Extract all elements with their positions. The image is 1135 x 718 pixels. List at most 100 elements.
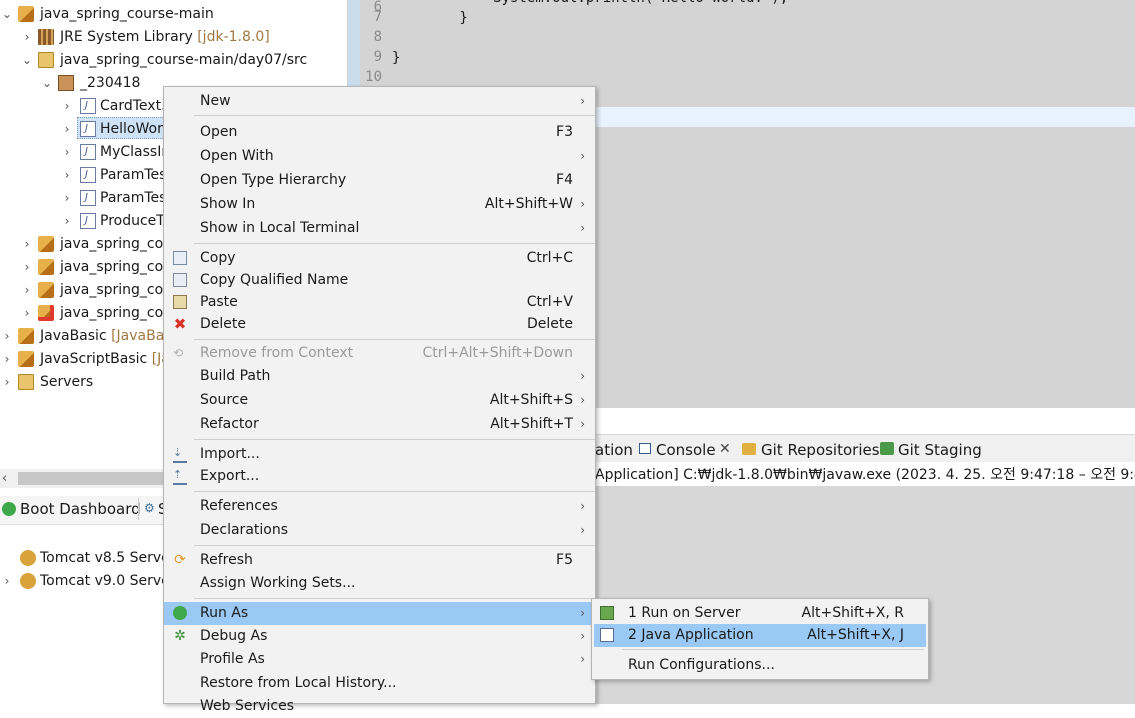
menu-separator: [194, 439, 595, 440]
menu-label: Refresh: [200, 552, 253, 568]
menu-item-open-with[interactable]: Open With ›: [164, 145, 595, 168]
menu-item-profile-as[interactable]: Profile As ›: [164, 648, 595, 671]
menu-item-new[interactable]: New ›: [164, 90, 595, 113]
tree-label: HelloWor: [100, 121, 163, 137]
menu-label: Import...: [200, 446, 260, 462]
tab-git-staging[interactable]: Git Staging: [898, 441, 982, 459]
tree-item-jre-library[interactable]: › JRE System Library [jdk-1.8.0]: [0, 26, 347, 48]
menu-item-copy[interactable]: Copy Ctrl+C: [164, 247, 595, 270]
menu-item-export[interactable]: ⇡ Export...: [164, 465, 595, 488]
copy-qualified-icon: [173, 273, 187, 287]
chevron-right-icon[interactable]: ›: [2, 570, 12, 592]
folder-icon: [18, 374, 34, 390]
run-as-submenu: 1 Run on Server Alt+Shift+X, R 2 Java Ap…: [591, 598, 929, 680]
menu-shortcut: Ctrl+Alt+Shift+Down: [422, 345, 573, 361]
chevron-right-icon[interactable]: ›: [62, 95, 72, 117]
menu-label: 2 Java Application: [628, 627, 754, 643]
chevron-down-icon[interactable]: ⌄: [22, 49, 32, 71]
project-icon: [38, 282, 54, 298]
menu-separator: [194, 545, 595, 546]
chevron-right-icon[interactable]: ›: [62, 164, 72, 186]
git-staging-icon: [880, 442, 894, 455]
tab-divider: [138, 498, 139, 520]
line-number: 10: [365, 69, 382, 85]
menu-item-show-in[interactable]: Show In Alt+Shift+W ›: [164, 193, 595, 216]
tomcat-icon: [20, 550, 36, 566]
menu-item-debug-as[interactable]: ✲ Debug As ›: [164, 625, 595, 648]
refresh-icon: ⟳: [174, 552, 186, 568]
menu-item-import[interactable]: ⇣ Import...: [164, 443, 595, 466]
chevron-right-icon[interactable]: ›: [2, 348, 12, 370]
chevron-right-icon[interactable]: ›: [22, 26, 32, 48]
java-file-icon: [80, 141, 96, 163]
project-icon: [18, 351, 34, 367]
chevron-right-icon[interactable]: ›: [62, 141, 72, 163]
menu-shortcut: F3: [556, 124, 573, 140]
chevron-right-icon: ›: [580, 523, 585, 537]
menu-item-references[interactable]: References ›: [164, 495, 595, 518]
menu-item-declarations[interactable]: Declarations ›: [164, 519, 595, 542]
chevron-down-icon[interactable]: ⌄: [42, 72, 52, 94]
menu-shortcut: Alt+Shift+S: [489, 392, 573, 408]
chevron-right-icon[interactable]: ›: [62, 118, 72, 140]
java-application-icon: [600, 628, 614, 642]
menu-item-run-on-server[interactable]: 1 Run on Server Alt+Shift+X, R: [594, 602, 926, 625]
project-icon: [18, 328, 34, 344]
java-file-icon: [80, 187, 96, 209]
menu-label: Restore from Local History...: [200, 675, 397, 691]
tree-item-src-folder[interactable]: ⌄ java_spring_course-main/day07/src: [0, 49, 347, 71]
menu-item-java-application[interactable]: 2 Java Application Alt+Shift+X, J: [594, 624, 926, 647]
menu-label: Profile As: [200, 651, 265, 667]
menu-item-copy-qualified-name[interactable]: Copy Qualified Name: [164, 269, 595, 292]
chevron-right-icon[interactable]: ›: [22, 256, 32, 278]
menu-label: Paste: [200, 294, 238, 310]
tree-decoration: [jdk-1.8.0]: [197, 29, 270, 45]
delete-icon: ✖: [173, 315, 187, 333]
menu-item-assign-working-sets[interactable]: Assign Working Sets...: [164, 572, 595, 595]
menu-item-refresh[interactable]: ⟳ Refresh F5: [164, 549, 595, 572]
menu-item-build-path[interactable]: Build Path ›: [164, 365, 595, 388]
chevron-right-icon[interactable]: ›: [22, 233, 32, 255]
menu-label: Web Services: [200, 698, 295, 714]
menu-item-open[interactable]: Open F3: [164, 121, 595, 144]
tab-boot-dashboard[interactable]: Boot Dashboard: [20, 500, 141, 518]
tab-application[interactable]: ation: [595, 441, 633, 459]
tree-label: CardText.: [100, 98, 166, 114]
chevron-right-icon[interactable]: ›: [62, 210, 72, 232]
chevron-right-icon: ›: [580, 369, 585, 383]
tree-item-project-root[interactable]: ⌄ java_spring_course-main: [0, 3, 347, 25]
close-icon[interactable]: ✕: [719, 441, 731, 457]
menu-item-refactor[interactable]: Refactor Alt+Shift+T ›: [164, 413, 595, 436]
menu-label: Export...: [200, 468, 260, 484]
menu-item-run-configurations[interactable]: Run Configurations...: [594, 654, 926, 677]
project-icon: [38, 236, 54, 252]
menu-item-run-as[interactable]: Run As ›: [164, 602, 595, 625]
menu-item-show-in-local-terminal[interactable]: Show in Local Terminal ›: [164, 217, 595, 240]
menu-label: Build Path: [200, 368, 271, 384]
tomcat-icon: [20, 573, 36, 589]
menu-item-paste[interactable]: Paste Ctrl+V: [164, 291, 595, 314]
menu-item-web-services[interactable]: Web Services: [164, 695, 595, 718]
project-icon: [18, 6, 34, 22]
menu-item-open-type-hierarchy[interactable]: Open Type Hierarchy F4: [164, 169, 595, 192]
chevron-right-icon[interactable]: ›: [62, 187, 72, 209]
chevron-right-icon[interactable]: ›: [22, 302, 32, 324]
tab-console[interactable]: Console: [656, 441, 716, 459]
menu-shortcut: F5: [556, 552, 573, 568]
tab-git-repositories[interactable]: Git Repositories: [761, 441, 880, 459]
menu-item-remove-from-context: ⟲ Remove from Context Ctrl+Alt+Shift+Dow…: [164, 342, 595, 365]
menu-item-source[interactable]: Source Alt+Shift+S ›: [164, 389, 595, 412]
menu-separator: [194, 339, 595, 340]
chevron-right-icon[interactable]: ›: [22, 279, 32, 301]
menu-item-delete[interactable]: ✖ Delete Delete: [164, 313, 595, 336]
chevron-right-icon[interactable]: ›: [2, 371, 12, 393]
code-line: System.out.println("Hello World.");: [392, 0, 788, 8]
chevron-down-icon[interactable]: ⌄: [2, 3, 12, 25]
tree-label: JRE System Library: [60, 29, 193, 45]
menu-separator: [622, 649, 924, 650]
scroll-left-arrow-icon[interactable]: ‹: [2, 469, 7, 488]
menu-item-restore-from-local-history[interactable]: Restore from Local History...: [164, 672, 595, 695]
menu-separator: [194, 598, 595, 599]
menu-label: Run As: [200, 605, 249, 621]
chevron-right-icon[interactable]: ›: [2, 325, 12, 347]
